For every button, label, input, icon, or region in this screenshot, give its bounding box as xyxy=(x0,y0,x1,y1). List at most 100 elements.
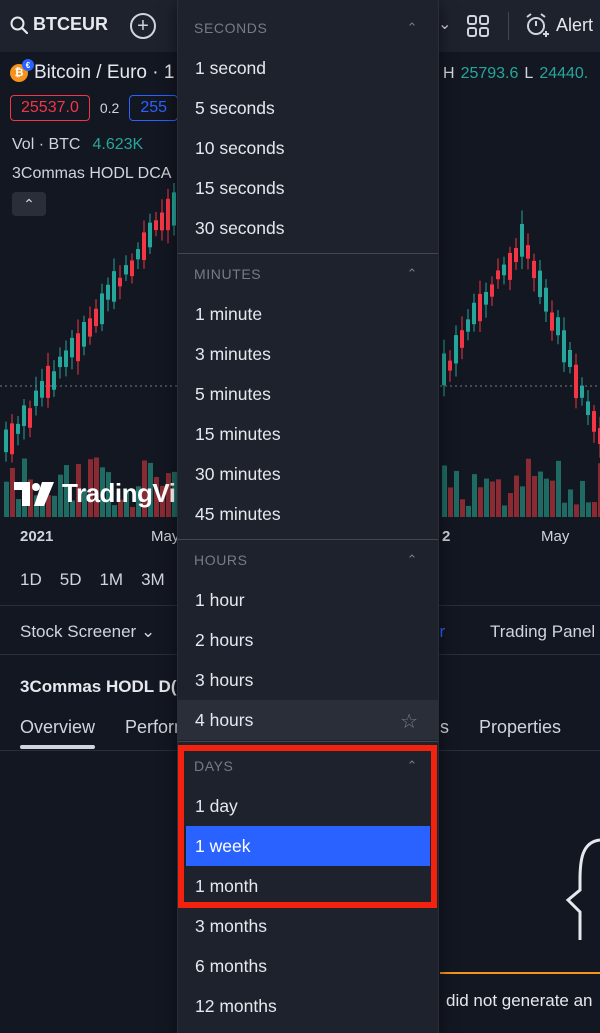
interval-item-5-seconds[interactable]: 5 seconds xyxy=(178,88,438,128)
volume-bar xyxy=(556,460,561,517)
time-label: May xyxy=(151,528,180,545)
interval-item-12-months[interactable]: 12 months xyxy=(178,986,438,1026)
active-tab-indicator xyxy=(20,745,95,749)
volume-bar xyxy=(460,499,465,517)
candle-body xyxy=(496,270,500,280)
candle-body xyxy=(568,349,572,367)
candle-body xyxy=(502,264,506,276)
star-icon[interactable]: ☆ xyxy=(400,709,418,734)
volume-bar xyxy=(472,474,477,517)
interval-item-1-minute[interactable]: 1 minute xyxy=(178,294,438,334)
candle-body xyxy=(478,293,482,322)
tab-overview[interactable]: Overview xyxy=(20,717,95,738)
search-icon xyxy=(10,16,28,34)
high-value: 25793.6 xyxy=(460,65,519,82)
section-header-minutes[interactable]: MINUTES ⌃ xyxy=(178,254,438,294)
candle-body xyxy=(532,260,536,279)
chevron-up-icon: ⌃ xyxy=(406,758,418,773)
interval-item-30-minutes[interactable]: 30 minutes xyxy=(178,454,438,494)
interval-item-15-minutes[interactable]: 15 minutes xyxy=(178,414,438,454)
candle-body xyxy=(544,287,548,312)
section-header-label: SECONDS xyxy=(194,20,268,36)
candle-body xyxy=(112,271,116,302)
volume-bar xyxy=(562,502,567,517)
candle-body xyxy=(556,317,560,336)
interval-item-30-seconds[interactable]: 30 seconds xyxy=(178,208,438,248)
tradingview-logo: TradingVi xyxy=(14,478,176,509)
candle-body xyxy=(76,333,80,362)
tab-properties[interactable]: Properties xyxy=(479,717,561,738)
buy-sell-panel: 25537.0 0.2 255 xyxy=(10,95,179,121)
candle-body xyxy=(586,401,590,416)
interval-item-1-hour[interactable]: 1 hour xyxy=(178,580,438,620)
trading-panel-tab[interactable]: Trading Panel xyxy=(490,622,595,642)
candle-body xyxy=(490,284,494,297)
volume-bar xyxy=(550,480,555,517)
interval-item-1-week[interactable]: 1 week xyxy=(186,826,430,866)
indicator-legend[interactable]: 3Commas HODL DCA xyxy=(12,165,171,183)
candle-body xyxy=(136,249,140,260)
interval-item-4-hours[interactable]: 4 hours ☆ xyxy=(178,700,438,740)
interval-item-1-day[interactable]: 1 day xyxy=(178,786,438,826)
volume-bar xyxy=(514,475,519,517)
volume-bar xyxy=(520,486,525,517)
interval-item-10-seconds[interactable]: 10 seconds xyxy=(178,128,438,168)
low-label: L xyxy=(524,65,534,82)
candle-body xyxy=(448,360,452,371)
volume-bar xyxy=(574,504,579,517)
candle-body xyxy=(118,277,122,287)
interval-item-1-month[interactable]: 1 month xyxy=(178,866,438,906)
candle-body xyxy=(130,260,134,277)
chevron-up-icon: ⌃ xyxy=(23,195,35,212)
volume-legend[interactable]: Vol · BTC 4.623K xyxy=(12,136,143,154)
tab-list-of-trades[interactable]: s xyxy=(440,717,449,738)
collapse-legend-button[interactable]: ⌃ xyxy=(12,192,46,216)
candle-body xyxy=(442,353,446,386)
chevron-down-icon[interactable]: ⌄ xyxy=(438,14,451,34)
range-button[interactable]: 1M xyxy=(99,570,123,590)
candle-body xyxy=(106,284,110,300)
candle-body xyxy=(64,350,68,367)
stock-screener-tab[interactable]: Stock Screener ⌄ xyxy=(20,622,155,642)
range-button[interactable]: 3M xyxy=(141,570,165,590)
interval-item-2-hours[interactable]: 2 hours xyxy=(178,620,438,660)
symbol-search-button[interactable]: BTCEUR xyxy=(10,14,108,35)
section-header-hours[interactable]: HOURS ⌃ xyxy=(178,540,438,580)
candle-body xyxy=(484,291,488,305)
section-header-days[interactable]: DAYS ⌃ xyxy=(178,746,438,786)
time-label: May xyxy=(541,528,570,545)
volume-bar xyxy=(466,505,471,517)
tradingview-logo-icon xyxy=(14,481,54,506)
candle-body xyxy=(94,308,98,327)
euro-icon: € xyxy=(22,59,34,71)
candle-body xyxy=(10,423,14,455)
interval-item-3-months[interactable]: 3 months xyxy=(178,906,438,946)
buy-button[interactable]: 255 xyxy=(129,95,179,121)
candle-body xyxy=(550,312,554,331)
section-divider xyxy=(178,741,438,742)
interval-item-3-hours[interactable]: 3 hours xyxy=(178,660,438,700)
interval-item-6-months[interactable]: 6 months xyxy=(178,946,438,986)
range-button[interactable]: 1D xyxy=(20,570,42,590)
chart-legend-title[interactable]: ₿ € Bitcoin / Euro · 1 xyxy=(10,59,174,84)
interval-item-45-minutes[interactable]: 45 minutes xyxy=(178,494,438,534)
volume-bar xyxy=(580,480,585,517)
interval-item-3-minutes[interactable]: 3 minutes xyxy=(178,334,438,374)
compare-symbol-button[interactable]: + xyxy=(130,13,156,39)
sell-button[interactable]: 25537.0 xyxy=(10,95,90,121)
candle-body xyxy=(142,232,146,261)
interval-item-15-seconds[interactable]: 15 seconds xyxy=(178,168,438,208)
volume-bar xyxy=(592,502,597,517)
interval-item-5-minutes[interactable]: 5 minutes xyxy=(178,374,438,414)
layout-button[interactable] xyxy=(466,14,490,43)
section-header-seconds[interactable]: SECONDS ⌃ xyxy=(178,8,438,48)
interval-item-1-second[interactable]: 1 second xyxy=(178,48,438,88)
candle-body xyxy=(34,390,38,406)
chevron-up-icon: ⌃ xyxy=(406,266,418,281)
range-button[interactable]: 5D xyxy=(60,570,82,590)
volume-bar xyxy=(502,505,507,517)
candle-body xyxy=(28,408,32,428)
no-trades-message: did not generate an xyxy=(446,991,593,1010)
candle-body xyxy=(454,335,458,364)
alert-button[interactable]: Alert xyxy=(524,12,593,38)
